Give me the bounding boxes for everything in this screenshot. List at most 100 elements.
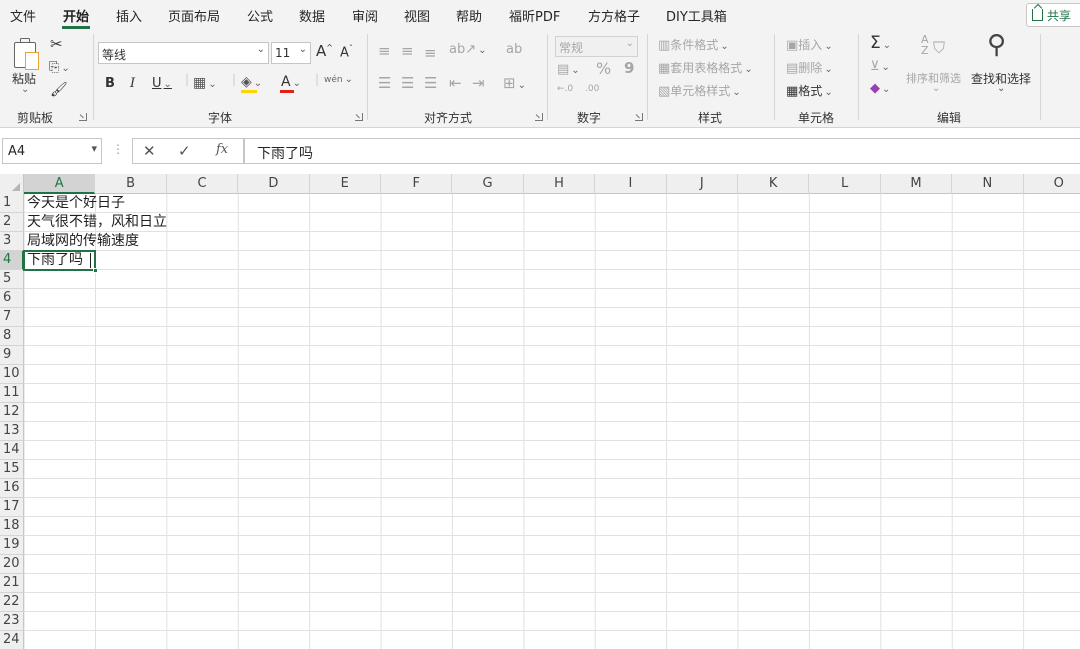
menu-page-layout[interactable]: 页面布局 <box>168 6 220 25</box>
row-header-21[interactable]: 21 <box>0 574 24 593</box>
font-launcher-icon[interactable] <box>355 113 363 121</box>
paste-button[interactable]: 粘贴 ⌄ <box>8 34 44 100</box>
menu-view[interactable]: 视图 <box>404 6 430 25</box>
align-center-icon[interactable]: ☰ <box>401 74 414 92</box>
cell-styles-button[interactable]: ▧单元格样式 <box>658 82 741 99</box>
menu-review[interactable]: 审阅 <box>352 6 378 25</box>
column-header-n[interactable]: N <box>952 174 1024 194</box>
sort-filter-button[interactable]: AZ ⛉ 排序和筛选 ⌄ <box>904 34 968 98</box>
column-header-e[interactable]: E <box>310 174 381 194</box>
row-header-16[interactable]: 16 <box>0 479 24 498</box>
cut-icon[interactable]: ✂ <box>50 35 63 53</box>
cell-a1[interactable]: 今天是个好日子 <box>27 194 125 213</box>
menu-home[interactable]: 开始 <box>63 6 89 25</box>
formula-input[interactable]: 下雨了吗 <box>244 138 1080 164</box>
insert-cells-button[interactable]: ▣插入 <box>786 36 833 53</box>
row-header-19[interactable]: 19 <box>0 536 24 555</box>
column-header-d[interactable]: D <box>238 174 310 194</box>
fill-icon[interactable]: ⊻ <box>870 59 890 74</box>
column-header-m[interactable]: M <box>881 174 953 194</box>
row-header-23[interactable]: 23 <box>0 612 24 631</box>
row-header-22[interactable]: 22 <box>0 593 24 612</box>
format-painter-icon[interactable]: 🖌 <box>50 82 68 98</box>
percent-button[interactable]: % <box>596 59 611 78</box>
menu-fangfang-gezi[interactable]: 方方格子 <box>588 6 640 25</box>
menu-help[interactable]: 帮助 <box>456 6 482 25</box>
shrink-font-button[interactable]: Aˇ <box>340 44 353 60</box>
formula-bar-grip-icon[interactable]: ⋮ <box>112 142 124 156</box>
font-size-select[interactable]: 11 ⌄ <box>271 42 311 64</box>
delete-cells-button[interactable]: ▤删除 <box>786 59 833 76</box>
accounting-format-icon[interactable]: ▤ <box>557 62 580 77</box>
align-bottom-icon[interactable]: ≡ <box>424 44 437 62</box>
select-all-button[interactable] <box>0 174 24 194</box>
column-header-c[interactable]: C <box>167 174 239 194</box>
italic-button[interactable]: I <box>130 76 135 91</box>
row-header-2[interactable]: 2 <box>0 213 24 232</box>
decrease-decimal-button[interactable]: .00 <box>585 84 599 94</box>
row-header-9[interactable]: 9 <box>0 346 24 365</box>
menu-data[interactable]: 数据 <box>299 6 325 25</box>
column-header-i[interactable]: I <box>595 174 667 194</box>
row-header-1[interactable]: 1 <box>0 194 24 213</box>
align-middle-icon[interactable]: ≡ <box>401 42 414 60</box>
row-header-14[interactable]: 14 <box>0 441 24 460</box>
column-header-h[interactable]: H <box>524 174 596 194</box>
number-launcher-icon[interactable] <box>635 113 643 121</box>
column-header-f[interactable]: F <box>381 174 453 194</box>
enter-check-icon[interactable]: ✓ <box>178 142 191 160</box>
grow-font-button[interactable]: A^ <box>316 42 333 60</box>
number-format-select[interactable]: 常规 ⌄ <box>555 36 638 57</box>
align-right-icon[interactable]: ☰ <box>424 74 437 92</box>
font-color-button[interactable]: A <box>281 74 301 90</box>
row-header-24[interactable]: 24 <box>0 631 24 649</box>
row-header-10[interactable]: 10 <box>0 365 24 384</box>
column-header-k[interactable]: K <box>738 174 810 194</box>
menu-insert[interactable]: 插入 <box>116 6 142 25</box>
format-as-table-button[interactable]: ▦套用表格格式 <box>658 59 753 76</box>
underline-button[interactable]: U <box>152 76 172 91</box>
autosum-button[interactable]: Σ <box>870 33 891 53</box>
column-header-j[interactable]: J <box>667 174 738 194</box>
row-header-20[interactable]: 20 <box>0 555 24 574</box>
row-header-15[interactable]: 15 <box>0 460 24 479</box>
menu-foxit-pdf[interactable]: 福昕PDF <box>509 6 560 25</box>
conditional-formatting-button[interactable]: ▥条件格式 <box>658 36 729 53</box>
merge-center-icon[interactable]: ⊞ <box>503 74 526 92</box>
column-header-b[interactable]: B <box>95 174 167 194</box>
column-header-l[interactable]: L <box>809 174 881 194</box>
row-header-18[interactable]: 18 <box>0 517 24 536</box>
menu-file[interactable]: 文件 <box>10 6 36 25</box>
wrap-text-icon[interactable]: ab <box>506 42 522 57</box>
row-header-5[interactable]: 5 <box>0 270 24 289</box>
comma-style-button[interactable]: 9 <box>624 59 634 77</box>
column-header-g[interactable]: G <box>452 174 524 194</box>
clear-eraser-icon[interactable]: ◆ <box>870 81 890 96</box>
column-header-a[interactable]: A <box>24 174 96 194</box>
row-header-8[interactable]: 8 <box>0 327 24 346</box>
find-select-button[interactable]: ⚲ 查找和选择 ⌄ <box>970 30 1032 98</box>
orientation-icon[interactable]: ab↗ <box>449 42 487 57</box>
phonetic-guide-icon[interactable]: wén <box>324 74 353 85</box>
cell-area[interactable]: 今天是个好日子 天气很不错，风和日立 局域网的传输速度 下雨了吗 <box>23 194 1080 649</box>
row-header-7[interactable]: 7 <box>0 308 24 327</box>
name-box[interactable]: A4 ▾ <box>2 138 102 164</box>
align-left-icon[interactable]: ☰ <box>378 74 391 92</box>
share-button[interactable]: 共享 <box>1026 3 1080 27</box>
insert-function-icon[interactable]: fx <box>216 142 228 157</box>
row-header-17[interactable]: 17 <box>0 498 24 517</box>
row-header-6[interactable]: 6 <box>0 289 24 308</box>
border-icon[interactable]: ▦ <box>193 75 217 91</box>
bold-button[interactable]: B <box>105 76 115 91</box>
cell-a3[interactable]: 局域网的传输速度 <box>27 232 139 251</box>
row-header-4[interactable]: 4 <box>0 251 24 270</box>
row-header-3[interactable]: 3 <box>0 232 24 251</box>
cancel-icon[interactable]: ✕ <box>143 142 156 160</box>
copy-icon[interactable]: ⎘ <box>49 60 70 75</box>
row-header-12[interactable]: 12 <box>0 403 24 422</box>
alignment-launcher-icon[interactable] <box>535 113 543 121</box>
cell-a2[interactable]: 天气很不错，风和日立 <box>27 213 167 232</box>
clipboard-launcher-icon[interactable] <box>79 113 87 121</box>
row-header-11[interactable]: 11 <box>0 384 24 403</box>
align-top-icon[interactable]: ≡ <box>378 42 391 60</box>
